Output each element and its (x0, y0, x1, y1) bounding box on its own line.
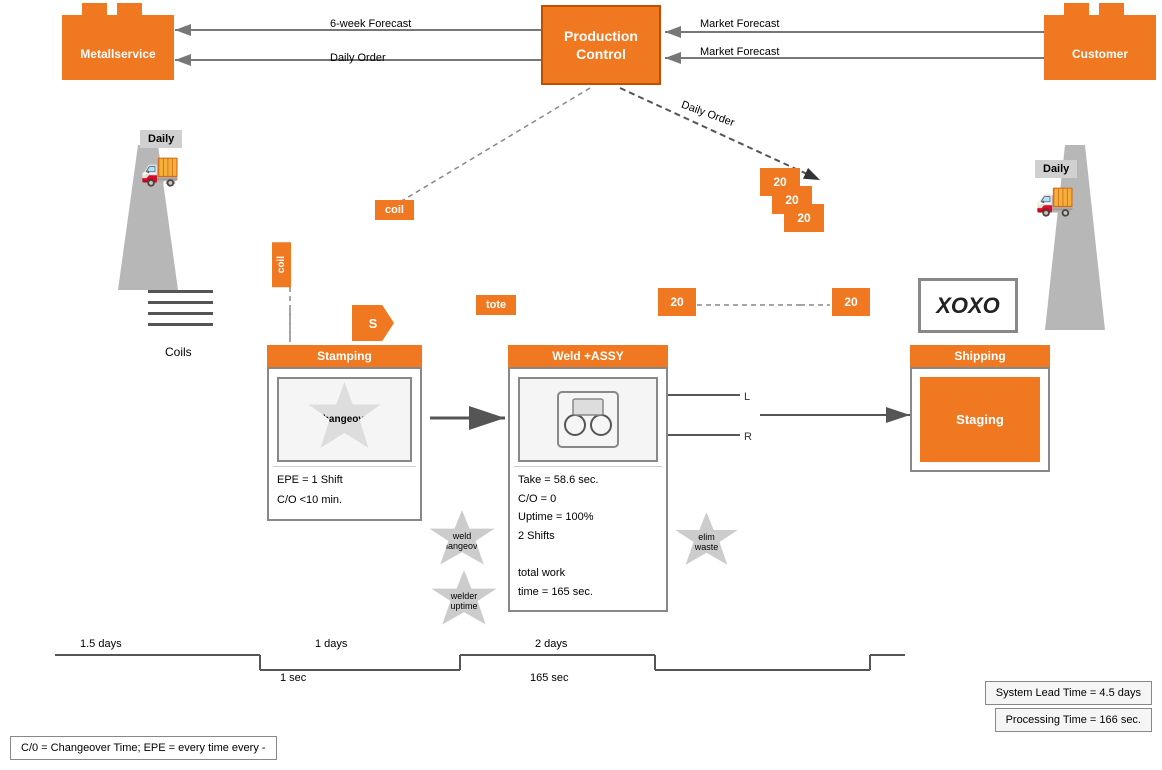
staging-label: Staging (956, 412, 1004, 427)
system-lead-box: System Lead Time = 4.5 days (985, 681, 1152, 705)
market-forecast-bottom-label: Market Forecast (700, 46, 779, 58)
push-arrow-s: S (352, 305, 394, 341)
coil-tag-small: coil (272, 242, 291, 287)
shipping-header: Shipping (910, 345, 1050, 367)
take-label: Take = 58.6 sec. (518, 471, 658, 490)
customer-box: Customer (1044, 15, 1156, 80)
co-zero-label: C/O = 0 (518, 490, 658, 509)
welder-uptime-burst: welder uptime (430, 570, 498, 632)
inventory-20-mid: 20 (658, 288, 696, 316)
svg-text:R: R (744, 431, 752, 443)
xoxo-label: XOXO (936, 293, 1000, 319)
production-control-label: Production Control (564, 27, 638, 63)
processing-time-box: Processing Time = 166 sec. (995, 708, 1152, 732)
daily-order-left-label: Daily Order (330, 52, 386, 64)
total-work-label: total work time = 165 sec. (518, 546, 658, 602)
days-1-5: 1.5 days (80, 638, 122, 650)
weld-assy-box: Weld +ASSY Take = 58.6 sec. C/O = 0 Upti… (508, 345, 668, 612)
sec-165: 165 sec (530, 672, 569, 684)
customer-label: Customer (1072, 47, 1128, 61)
weld-assy-header: Weld +ASSY (508, 345, 668, 367)
market-forecast-top-label: Market Forecast (700, 18, 779, 30)
epe-label: EPE = 1 Shift (277, 471, 412, 491)
coils-inventory (148, 290, 213, 334)
changeover-label: Changeover (316, 414, 374, 425)
production-control-box: Production Control (541, 5, 661, 85)
metallservice-box: Metallservice (62, 15, 174, 80)
coil-tag-top: coil (375, 200, 414, 220)
coils-label: Coils (165, 345, 192, 359)
right-truck: Daily 🚚 (1035, 160, 1077, 218)
stamping-box: Stamping Changeover EPE = 1 Shift C/O <1… (267, 345, 422, 521)
shifts-label: 2 Shifts (518, 527, 658, 546)
days-2: 2 days (535, 638, 567, 650)
left-truck: Daily 🚚 (140, 130, 182, 188)
sec-1: 1 sec (280, 672, 306, 684)
weld-changeover-burst: weld changeover (428, 510, 496, 572)
tote-tag: tote (476, 295, 516, 315)
elim-waste-burst: elim waste (674, 512, 739, 572)
xoxo-box: XOXO (918, 278, 1018, 333)
stamping-header: Stamping (267, 345, 422, 367)
legend-box: C/0 = Changeover Time; EPE = every time … (10, 736, 277, 760)
inventory-20-right: 20 (832, 288, 870, 316)
co-time-label: C/O <10 min. (277, 491, 412, 511)
daily-order-right-label: Daily Order (680, 99, 736, 129)
svg-text:L: L (744, 391, 750, 403)
days-1: 1 days (315, 638, 347, 650)
shipping-box: Shipping Staging (910, 345, 1050, 472)
metallservice-label: Metallservice (80, 47, 155, 61)
uptime-label: Uptime = 100% (518, 508, 658, 527)
forecast-label: 6-week Forecast (330, 18, 411, 30)
